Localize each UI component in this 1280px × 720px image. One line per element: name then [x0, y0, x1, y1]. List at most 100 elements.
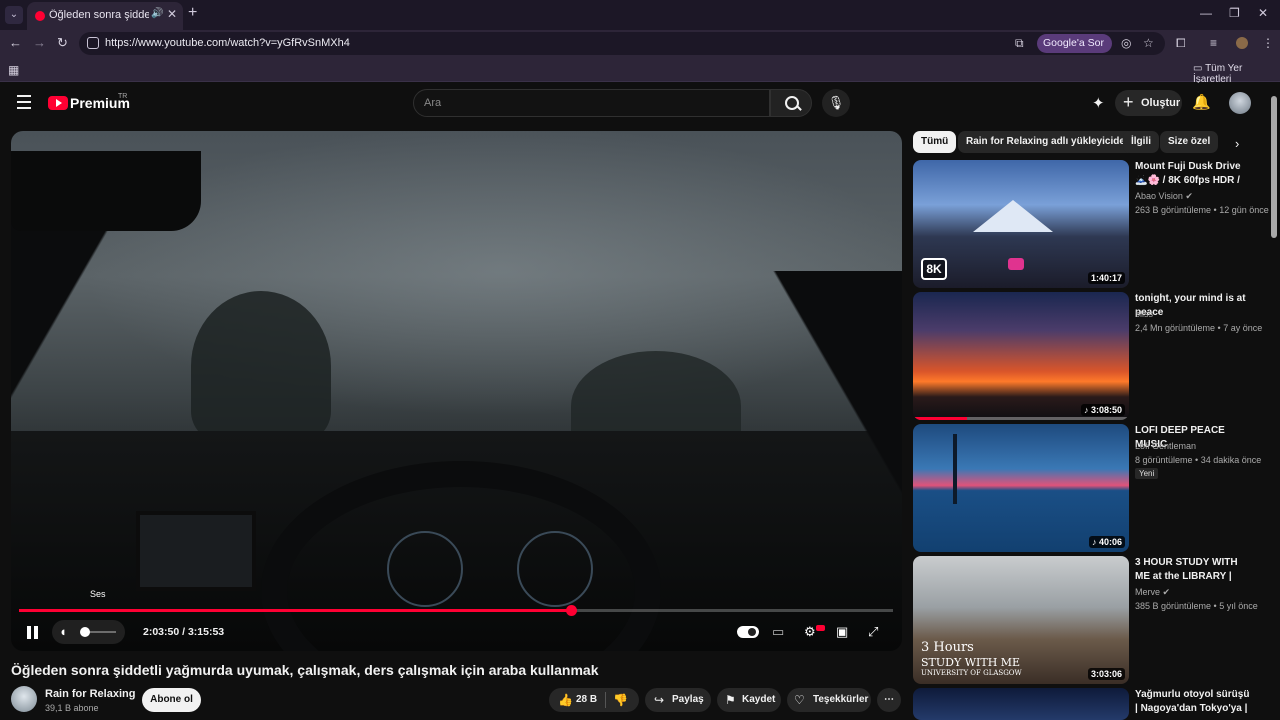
- thumbnail[interactable]: 3 Hours STUDY WITH ME UNIVERSITY OF GLAS…: [913, 556, 1129, 684]
- all-bookmarks[interactable]: ▭ Tüm Yer İşaretleri: [1193, 63, 1280, 85]
- thumbnail[interactable]: ♪ 40:06: [913, 424, 1129, 552]
- minimize-icon[interactable]: —: [1200, 6, 1212, 20]
- address-bar[interactable]: https://www.youtube.com/watch?v=yGfRvSnM…: [79, 32, 1165, 55]
- volume-icon[interactable]: ◖: [59, 624, 67, 639]
- chevron-right-icon[interactable]: ›: [1235, 136, 1239, 151]
- search-placeholder: Ara: [424, 97, 442, 109]
- eye-off-icon[interactable]: ◎: [1121, 36, 1131, 50]
- install-app-icon[interactable]: ⧉: [1015, 36, 1024, 51]
- autoplay-toggle[interactable]: [737, 626, 759, 638]
- reading-list-icon[interactable]: ≡: [1210, 36, 1217, 50]
- guide-menu-icon[interactable]: [17, 95, 31, 109]
- recommendation-item[interactable]: ♪ 3:08:50 tonight, your mind is at peace…: [913, 292, 1262, 420]
- profile-avatar[interactable]: [1236, 37, 1248, 49]
- voice-search-icon[interactable]: 🎙: [822, 89, 850, 117]
- site-info-icon[interactable]: [87, 37, 99, 49]
- subscribe-button[interactable]: Abone ol: [142, 688, 201, 712]
- recommendation-item[interactable]: ♪ 40:06 LOFI DEEP PEACE MUSIC Lofi Gentl…: [913, 424, 1261, 552]
- search-input[interactable]: Ara: [413, 89, 770, 117]
- divider: [605, 692, 606, 708]
- chip-from-uploader[interactable]: Rain for Relaxing adlı yükleyiciden: [958, 131, 1140, 153]
- progress-bar[interactable]: [19, 605, 893, 616]
- speaker-icon[interactable]: 🔊: [151, 8, 163, 19]
- channel-name[interactable]: Abao Vision ✔: [1135, 191, 1193, 202]
- bookmark-star-icon[interactable]: ☆: [1143, 36, 1154, 50]
- thumbnail[interactable]: 8K 1:40:17: [913, 160, 1129, 288]
- watch-progress: [913, 417, 967, 420]
- theater-mode-icon[interactable]: ▣: [836, 624, 848, 640]
- ask-google-button[interactable]: Google'a Sor: [1037, 34, 1112, 53]
- forward-icon[interactable]: →: [33, 35, 46, 50]
- chip-related[interactable]: İlgili: [1123, 131, 1159, 153]
- dislike-icon[interactable]: 👎: [613, 688, 628, 712]
- recommendation-item[interactable]: Yağmurlu otoyol sürüşü | Nagoya'dan Toky…: [913, 688, 1253, 720]
- country-code: TR: [118, 93, 128, 100]
- chip-all[interactable]: Tümü: [913, 131, 957, 153]
- notifications-bell-icon[interactable]: 🔔: [1192, 93, 1211, 111]
- channel-avatar[interactable]: [11, 686, 37, 712]
- video-title[interactable]: Yağmurlu otoyol sürüşü | Nagoya'dan Toky…: [1135, 688, 1255, 716]
- more-actions-icon[interactable]: ⋯: [877, 688, 901, 712]
- video-player[interactable]: [11, 131, 902, 651]
- video-frame-gauge: [387, 531, 463, 607]
- video-meta: 2,4 Mn görüntüleme • 7 ay önce: [1135, 323, 1263, 333]
- subtitles-icon[interactable]: ▭: [772, 624, 784, 640]
- browser-toolbar: ← → ↻ https://www.youtube.com/watch?v=yG…: [0, 30, 1280, 57]
- verified-icon: ✔: [1185, 191, 1193, 201]
- share-button[interactable]: ↪ Paylaş: [645, 688, 711, 712]
- recommendation-item[interactable]: 8K 1:40:17 Mount Fuji Dusk Drive 🗻🌸 / 8K…: [913, 160, 1269, 288]
- account-avatar[interactable]: [1229, 92, 1251, 114]
- tree-shape: [953, 434, 957, 504]
- channel-name[interactable]: bliss: [1135, 309, 1153, 319]
- close-tab-icon[interactable]: ✕: [167, 7, 177, 21]
- video-frame-pillar: [11, 191, 131, 491]
- chip-for-you[interactable]: Size özel: [1160, 131, 1219, 153]
- close-window-icon[interactable]: ✕: [1258, 6, 1268, 20]
- pause-button[interactable]: [27, 626, 39, 639]
- thumbnail[interactable]: ♪ 3:08:50: [913, 292, 1129, 420]
- back-icon[interactable]: ←: [9, 35, 22, 50]
- url-text[interactable]: https://www.youtube.com/watch?v=yGfRvSnM…: [105, 37, 350, 49]
- browser-tab[interactable]: Öğleden sonra şiddetli yağ 🔊 ✕: [27, 2, 183, 30]
- channel-name[interactable]: Lofi Gentleman: [1135, 441, 1196, 451]
- menu-kebab-icon[interactable]: ⋮: [1262, 36, 1274, 50]
- create-button[interactable]: Oluştur: [1115, 89, 1182, 116]
- thumbnail-text: STUDY WITH ME: [921, 656, 1021, 669]
- video-frame-screen: [136, 511, 256, 591]
- bookmarks-bar: ▦ ▭ Tüm Yer İşaretleri: [0, 57, 1280, 85]
- save-button[interactable]: ⚑ Kaydet: [717, 688, 781, 712]
- video-meta: 263 B görüntüleme • 12 gün önce: [1135, 205, 1269, 215]
- verified-icon: ✔: [1162, 587, 1171, 597]
- channel-label: Abao Vision: [1135, 191, 1183, 201]
- settings-gear-icon[interactable]: ⚙: [804, 624, 816, 640]
- thanks-button[interactable]: ♡ Teşekkürler: [787, 688, 871, 712]
- video-title[interactable]: Mount Fuji Dusk Drive 🗻🌸 / 8K 60fps HDR …: [1135, 160, 1255, 188]
- restore-icon[interactable]: ❐: [1229, 6, 1240, 20]
- share-label: Paylaş: [672, 694, 704, 705]
- channel-name[interactable]: Merve ✔: [1135, 587, 1170, 598]
- youtube-favicon-icon: [35, 11, 45, 21]
- thumbnail-text: 3 Hours: [921, 640, 974, 655]
- quality-badge: 8K: [921, 258, 947, 280]
- thumbnail[interactable]: [913, 688, 1129, 720]
- new-tab-icon[interactable]: +: [188, 4, 197, 22]
- like-dislike-group: 👍 28 B 👎: [549, 688, 639, 712]
- premium-settings-icon[interactable]: ✦: [1092, 94, 1105, 112]
- extensions-icon[interactable]: ⧠: [1176, 36, 1186, 51]
- youtube-logo-icon[interactable]: [48, 96, 68, 110]
- search-button[interactable]: [770, 89, 812, 117]
- like-icon[interactable]: 👍: [558, 688, 573, 712]
- video-frame-gauge: [517, 531, 593, 607]
- page-scrollbar[interactable]: [1271, 96, 1277, 238]
- volume-tooltip: Ses: [90, 589, 106, 599]
- recommendation-item[interactable]: 3 Hours STUDY WITH ME UNIVERSITY OF GLAS…: [913, 556, 1258, 684]
- tab-search-icon[interactable]: ⌄: [5, 6, 23, 24]
- apps-grid-icon[interactable]: ▦: [8, 63, 19, 77]
- fullscreen-icon[interactable]: ⤢: [868, 624, 878, 640]
- new-badge: Yeni: [1135, 468, 1159, 479]
- like-count[interactable]: 28 B: [576, 688, 597, 712]
- folder-icon: ▭: [1193, 63, 1203, 74]
- channel-name[interactable]: Rain for Relaxing: [45, 688, 135, 700]
- video-title[interactable]: 3 HOUR STUDY WITH ME at the LIBRARY | Ba…: [1135, 556, 1255, 584]
- reload-icon[interactable]: ↻: [57, 35, 68, 51]
